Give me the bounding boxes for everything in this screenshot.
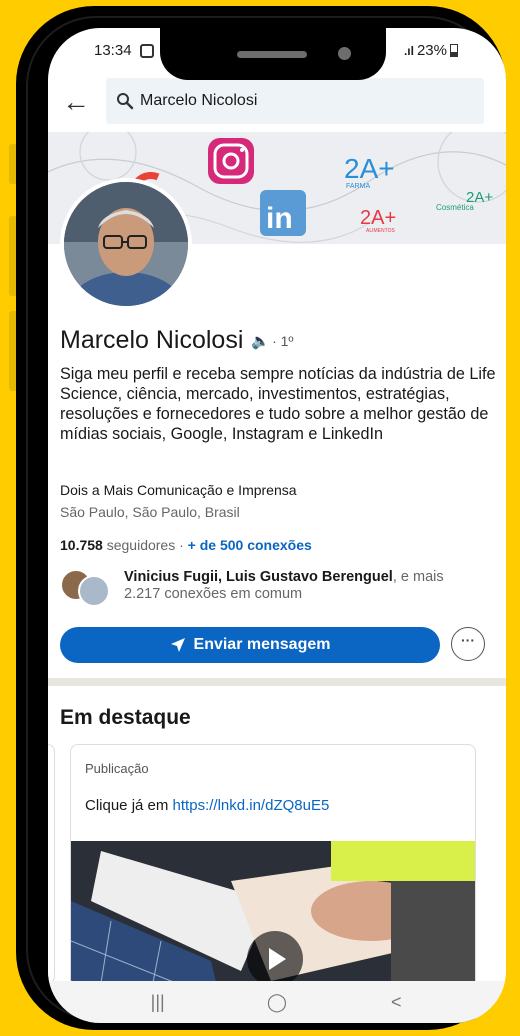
mutual-text: Vinicius Fugii, Luis Gustavo Berenguel, … (124, 569, 444, 603)
caption-text: Clique já em (85, 797, 169, 814)
mutual-avatar (78, 575, 110, 607)
search-query: Marcelo Nicolosi (140, 92, 258, 109)
current-company[interactable]: Dois a Mais Comunicação e Imprensa (60, 482, 297, 498)
connections-link[interactable]: + de 500 conexões (188, 537, 312, 553)
profile-name-row: Marcelo Nicolosi 🔈 · 1º (60, 326, 294, 355)
side-button (9, 144, 16, 184)
side-button (9, 311, 16, 391)
profile-location: São Paulo, São Paulo, Brasil (60, 504, 240, 520)
camera-notification-icon (140, 44, 154, 58)
play-icon[interactable] (247, 931, 303, 987)
avatar-photo (64, 182, 188, 306)
search-input[interactable]: Marcelo Nicolosi (106, 78, 484, 124)
send-icon (170, 638, 185, 652)
phone-frame: 13:34 .ıl 23% ← Marcelo Nicolosi in 2A+ … (9, 6, 506, 1030)
send-message-button[interactable]: Enviar mensagem (60, 627, 440, 663)
svg-text:ALIMENTOS: ALIMENTOS (366, 228, 395, 234)
linkedin-logo-icon: in (260, 190, 306, 236)
connection-degree: · 1º (272, 332, 294, 349)
search-header: ← Marcelo Nicolosi (48, 78, 506, 128)
profile-headline: Siga meu perfil e receba sempre notícias… (60, 365, 496, 443)
featured-card-kind: Publicação (85, 761, 149, 776)
followers-line: 10.758 seguidores · + de 500 conexões (60, 537, 312, 553)
send-message-label: Enviar mensagem (193, 636, 331, 653)
screen: 13:34 .ıl 23% ← Marcelo Nicolosi in 2A+ … (48, 28, 506, 1023)
followers-count: 10.758 (60, 537, 103, 553)
more-options-button[interactable]: ··· (451, 627, 485, 661)
mutual-suffix: , e mais (392, 569, 444, 585)
home-icon[interactable]: ◯ (257, 992, 297, 1013)
caption-link[interactable]: https://lnkd.in/dZQ8uE5 (173, 797, 330, 814)
nav-back-icon[interactable]: < (376, 992, 416, 1013)
svg-text:in: in (266, 202, 293, 235)
section-divider (48, 678, 506, 686)
profile-avatar[interactable] (60, 178, 192, 310)
recent-apps-icon[interactable]: ||| (138, 992, 178, 1013)
mutual-connections[interactable]: Vinicius Fugii, Luis Gustavo Berenguel, … (60, 569, 500, 609)
android-nav-bar: ||| ◯ < (48, 981, 506, 1023)
svg-text:FARMA: FARMA (346, 183, 370, 190)
mutual-count: 2.217 conexões em comum (124, 586, 303, 602)
battery-icon (450, 44, 458, 57)
featured-card-previous[interactable] (48, 744, 55, 984)
status-time: 13:34 (94, 42, 132, 59)
profile-name: Marcelo Nicolosi (60, 326, 244, 354)
featured-card-caption: Clique já em https://lnkd.in/dZQ8uE5 (85, 797, 329, 814)
instagram-logo-icon (208, 138, 254, 184)
mutual-names: Vinicius Fugii, Luis Gustavo Berenguel (124, 569, 393, 585)
search-icon (117, 93, 134, 110)
status-right: .ıl 23% (404, 42, 458, 59)
speaker-grill (237, 51, 307, 58)
svg-text:2A+: 2A+ (344, 153, 395, 184)
pronunciation-speaker-icon[interactable]: 🔈 (251, 332, 270, 350)
side-button (9, 216, 16, 296)
svg-text:2A+: 2A+ (360, 207, 396, 229)
followers-label: seguidores · (106, 537, 184, 553)
svg-text:Cosmética: Cosmética (436, 203, 474, 212)
featured-title: Em destaque (60, 706, 191, 729)
signal-icon: .ıl (403, 43, 414, 58)
back-arrow-icon[interactable]: ← (58, 84, 94, 120)
front-camera (338, 47, 351, 60)
battery-percent: 23% (416, 42, 447, 59)
notch (160, 28, 386, 80)
